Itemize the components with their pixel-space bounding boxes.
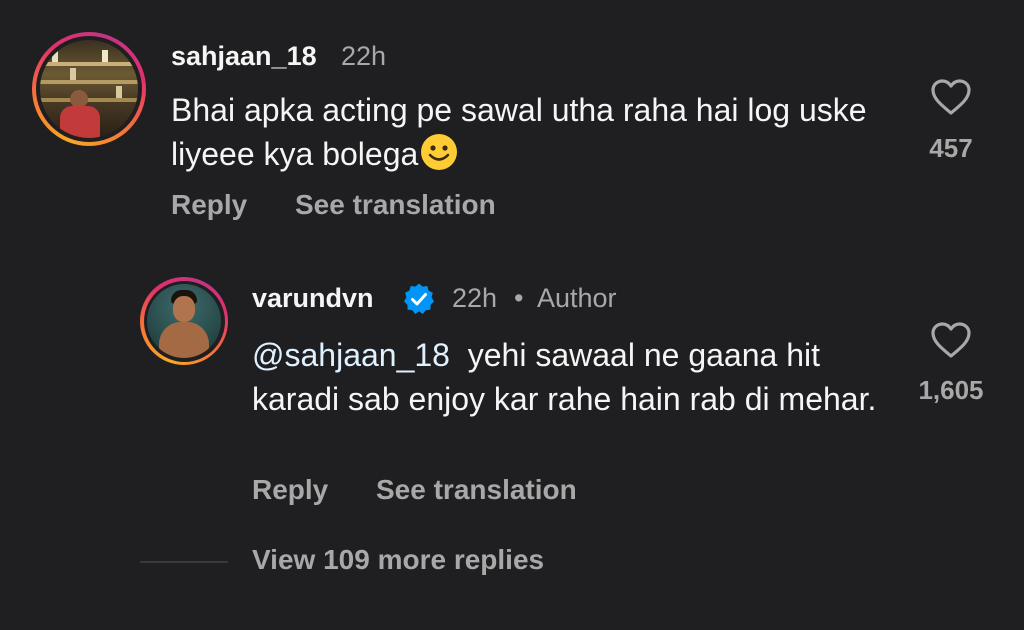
comment-text: @sahjaan_18 yehi sawaal ne gaana hit kar… <box>252 333 892 421</box>
see-translation-button[interactable]: See translation <box>295 189 496 221</box>
author-label: Author <box>537 283 617 313</box>
like-count: 1,605 <box>918 375 984 405</box>
like-count: 457 <box>929 133 973 163</box>
avatar-varundvn <box>147 284 221 358</box>
comment-time: 22h <box>452 283 498 313</box>
verified-badge-icon <box>402 282 436 316</box>
smiling-face-emoji <box>420 133 458 182</box>
meta-separator: • <box>514 283 524 313</box>
comment-body: Bhai apka acting pe sawal utha raha hai … <box>171 92 867 172</box>
mention-link[interactable]: @sahjaan_18 <box>252 337 450 373</box>
like-heart-icon[interactable] <box>930 321 972 359</box>
like-heart-icon[interactable] <box>930 78 972 116</box>
comment-username[interactable]: sahjaan_18 <box>171 41 317 72</box>
reply-button[interactable]: Reply <box>171 189 247 221</box>
comment-text: Bhai apka acting pe sawal utha raha hai … <box>171 88 871 182</box>
avatar-ring[interactable] <box>32 32 146 146</box>
view-more-replies-button[interactable]: View 109 more replies <box>252 544 544 576</box>
reply-button[interactable]: Reply <box>252 474 328 506</box>
comment-time: 22h <box>341 41 387 71</box>
avatar-ring[interactable] <box>140 277 228 365</box>
comment-username[interactable]: varundvn <box>252 283 374 314</box>
replies-divider-line <box>140 561 228 563</box>
see-translation-button[interactable]: See translation <box>376 474 577 506</box>
avatar-sahjaan-18 <box>40 40 138 138</box>
